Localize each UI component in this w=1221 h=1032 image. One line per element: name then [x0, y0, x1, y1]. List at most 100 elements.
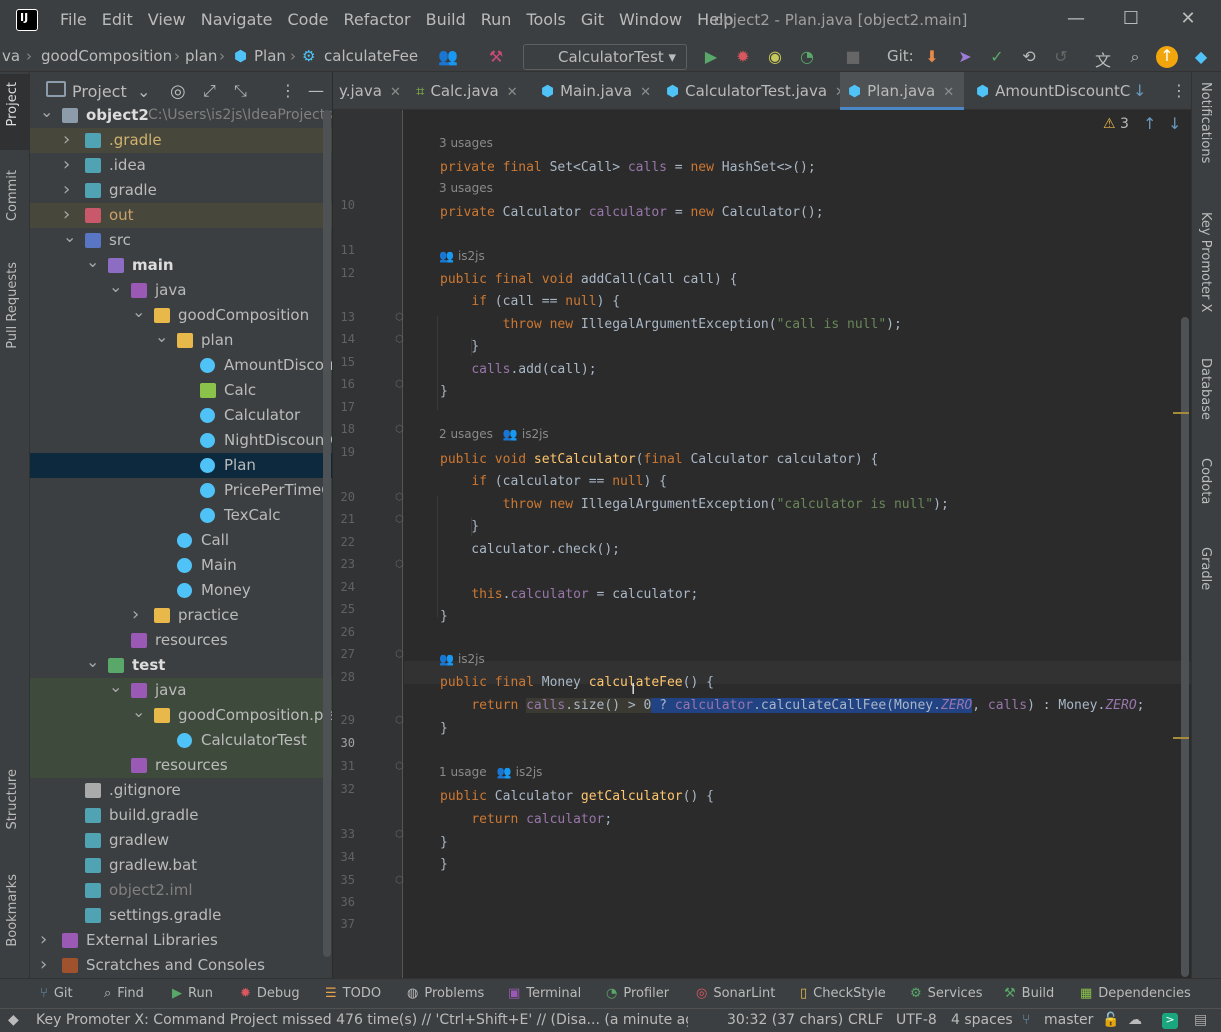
status-panel-icon[interactable]: ◆ [8, 1012, 19, 1028]
chevron-right-icon[interactable]: › [63, 177, 70, 202]
tab-y-java[interactable]: y.java ✕ [333, 72, 403, 110]
tool-todo[interactable]: ☰ TODO [325, 986, 381, 1001]
close-tab-icon[interactable]: ✕ [640, 85, 651, 100]
target-icon[interactable]: ◎ [170, 81, 186, 102]
tree-item[interactable]: gradlew [30, 828, 332, 853]
rollback-icon[interactable]: ↺ [1050, 47, 1072, 66]
menu-refactor[interactable]: Refactor [343, 10, 410, 29]
debug-icon[interactable]: ✹ [732, 47, 754, 66]
tool-debug[interactable]: ✹ Debug [240, 986, 300, 1001]
fold-icon[interactable]: ⬡ [395, 829, 404, 840]
breadcrumb-item[interactable]: Plan [254, 47, 286, 65]
tree-item[interactable]: build.gradle [30, 803, 332, 828]
lock-icon[interactable]: 🔓 [1102, 1012, 1119, 1028]
menu-run[interactable]: Run [481, 10, 512, 29]
tree-item[interactable]: Plan [30, 453, 332, 478]
fold-icon[interactable]: ⬡ [395, 492, 404, 503]
tool-sonarlint[interactable]: ◎ SonarLint [696, 986, 775, 1001]
maximize-icon[interactable]: ☐ [1111, 8, 1151, 32]
menu-code[interactable]: Code [288, 10, 329, 29]
more-options-icon[interactable]: ⋮ [280, 81, 296, 100]
git-branch[interactable]: master [1044, 1012, 1093, 1028]
fold-icon[interactable]: ⬡ [395, 334, 404, 345]
editor-scrollbar[interactable] [1181, 317, 1189, 977]
more-tabs-icon[interactable]: ⋮ [1171, 81, 1187, 100]
project-panel-title[interactable]: Project [72, 82, 127, 101]
tool-git[interactable]: ⑂ Git [40, 986, 73, 1001]
fold-icon[interactable]: ⬡ [395, 559, 404, 570]
menu-file[interactable]: File [60, 10, 87, 29]
tree-item[interactable]: ⌄ goodComposition [30, 302, 332, 328]
chevron-right-icon[interactable]: › [63, 127, 70, 152]
menu-edit[interactable]: Edit [102, 10, 133, 29]
code-vision-hint[interactable]: 👥 is2js [439, 249, 485, 263]
next-highlight-icon[interactable]: ↓ [1168, 114, 1181, 133]
close-tab-icon[interactable]: ✕ [507, 85, 518, 100]
warning-marker[interactable] [1173, 737, 1189, 739]
tab-list-icon[interactable]: ↓ [1133, 81, 1146, 100]
fold-icon[interactable]: ⬡ [395, 649, 404, 660]
plugin-icon[interactable]: ◆ [1190, 47, 1212, 66]
tool-profiler[interactable]: ◔ Profiler [606, 986, 669, 1001]
fold-icon[interactable]: ⬡ [395, 875, 404, 886]
tree-item[interactable]: Money [30, 578, 332, 603]
tool-window-key-promoter[interactable]: Key Promoter X [1198, 212, 1213, 312]
coverage-icon[interactable]: ◉ [764, 47, 786, 66]
git-update-icon[interactable]: ⬇ [921, 47, 943, 66]
chevron-down-icon[interactable]: ⌄ [109, 674, 122, 699]
tree-item[interactable]: PricePerTimeCalc [30, 478, 332, 503]
chevron-down-icon[interactable]: ⌄ [86, 249, 99, 274]
tree-item[interactable]: ⌄ goodComposition.plan [30, 702, 332, 728]
tab-plan-java[interactable]: ⬢ Plan.java ✕ [840, 72, 964, 110]
tree-item[interactable]: AmountDiscountCalc [30, 353, 332, 378]
tool-build[interactable]: ⚒ Build [1004, 986, 1054, 1001]
tool-window-structure[interactable]: Structure [5, 769, 20, 829]
tree-item[interactable]: › .gradle [30, 127, 332, 153]
tool-window-database[interactable]: Database [1198, 358, 1213, 420]
menu-window[interactable]: Window [619, 10, 682, 29]
code-vision-hint[interactable]: 1 usage 👥 is2js [439, 765, 542, 779]
chevron-down-icon[interactable]: ⌄ [63, 224, 76, 249]
breadcrumb-item[interactable]: plan [185, 47, 217, 65]
menu-navigate[interactable]: Navigate [201, 10, 273, 29]
tree-item[interactable]: ⌄ src [30, 227, 332, 253]
profile-icon[interactable]: ◔ [796, 47, 818, 66]
tree-item[interactable]: resources [30, 753, 332, 778]
chevron-down-icon[interactable]: ⌄ [40, 99, 53, 124]
tree-item[interactable]: .gitignore [30, 778, 332, 803]
tab-calculatortest-java[interactable]: ⬢CalculatorTest.java✕ [658, 72, 846, 110]
collapse-all-icon[interactable]: ⤡ [234, 81, 247, 101]
hammer-icon[interactable]: ⚒ [485, 47, 507, 66]
chevron-right-icon[interactable]: › [63, 152, 70, 177]
fold-icon[interactable]: ⬡ [395, 312, 404, 323]
line-separator[interactable]: CRLF [848, 1012, 883, 1028]
hide-panel-icon[interactable]: — [308, 81, 324, 100]
stop-icon[interactable]: ■ [842, 47, 864, 66]
tree-item[interactable]: ⌄ test [30, 652, 332, 678]
tree-scrollbar[interactable] [323, 110, 331, 957]
tool-window-commit[interactable]: Commit [5, 170, 20, 221]
tree-item[interactable]: Call [30, 528, 332, 553]
menu-build[interactable]: Build [426, 10, 466, 29]
tool-window-project[interactable]: Project [5, 82, 20, 126]
minimize-icon[interactable]: — [1056, 8, 1096, 32]
tree-item[interactable]: NightDiscountCalc [30, 428, 332, 453]
tool-terminal[interactable]: ▣ Terminal [508, 986, 581, 1001]
menu-git[interactable]: Git [581, 10, 604, 29]
tree-item[interactable]: settings.gradle [30, 903, 332, 928]
close-tab-icon[interactable]: ✕ [943, 85, 954, 100]
tool-services[interactable]: ⚙ Services [910, 986, 982, 1001]
code-vision-hint[interactable]: 👥 is2js [439, 652, 485, 666]
close-icon[interactable]: ✕ [1168, 8, 1208, 32]
tree-item[interactable]: gradlew.bat [30, 853, 332, 878]
warnings-indicator[interactable]: ⚠ 3 [1103, 116, 1129, 132]
tool-window-codota[interactable]: Codota [1198, 458, 1213, 504]
tool-checkstyle[interactable]: ▯ CheckStyle [800, 986, 886, 1001]
tree-item[interactable]: ⌄ main [30, 252, 332, 278]
tree-item[interactable]: CalculatorTest [30, 728, 332, 753]
chevron-right-icon[interactable]: › [40, 927, 47, 952]
tool-window-pull-requests[interactable]: Pull Requests [5, 262, 20, 349]
chevron-right-icon[interactable]: › [132, 602, 139, 627]
tab-main-java[interactable]: ⬢ Main.java ✕ [533, 72, 651, 110]
run-icon[interactable]: ▶ [700, 47, 722, 66]
